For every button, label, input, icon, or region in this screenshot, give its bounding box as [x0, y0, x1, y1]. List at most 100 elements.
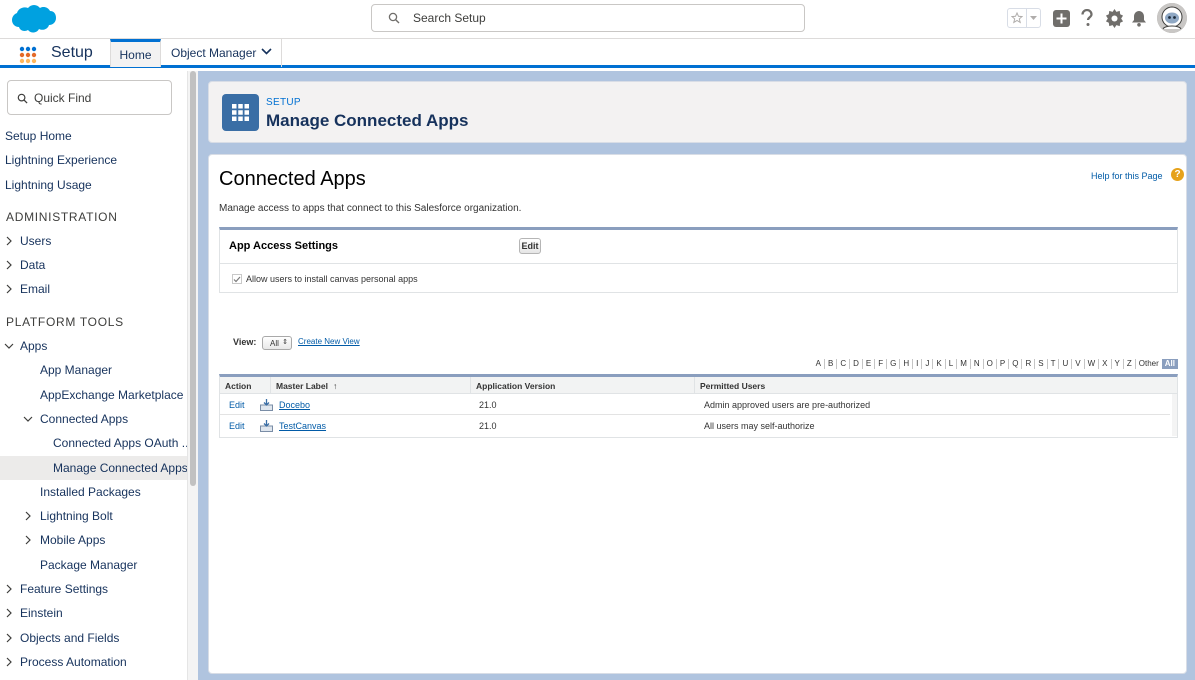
alpha-filter-r[interactable]: R — [1021, 359, 1034, 369]
alpha-filter-u[interactable]: U — [1058, 359, 1071, 369]
tree-item-lightning-experience[interactable]: Lightning Experience — [0, 148, 187, 172]
create-new-view-link[interactable]: Create New View — [298, 337, 360, 346]
favorites-group[interactable] — [1007, 8, 1041, 28]
alpha-filter-o[interactable]: O — [982, 359, 996, 369]
notifications-bell-icon[interactable] — [1130, 6, 1147, 30]
alpha-filter-n[interactable]: N — [969, 359, 983, 369]
tree-item-lightning-usage[interactable]: Lightning Usage — [0, 173, 187, 197]
chevron-right-icon[interactable] — [4, 284, 14, 294]
chevron-down-icon[interactable] — [23, 414, 33, 424]
tree-item-connected-apps-oauth[interactable]: Connected Apps OAuth ... — [0, 431, 192, 455]
chevron-right-icon[interactable] — [4, 657, 14, 667]
search-setup-input[interactable] — [413, 9, 793, 27]
chevron-right-icon[interactable] — [23, 535, 33, 545]
alpha-filter-p[interactable]: P — [995, 359, 1008, 369]
help-icon[interactable]: ? — [1171, 168, 1184, 181]
help-for-page-link[interactable]: Help for this Page — [1091, 171, 1163, 181]
tree-item-mobile-apps[interactable]: Mobile Apps — [0, 528, 187, 552]
alpha-filter-q[interactable]: Q — [1008, 359, 1021, 369]
canvas-personal-apps-checkbox — [232, 274, 242, 284]
tree-item-apps[interactable]: Apps — [0, 334, 187, 358]
view-select[interactable]: All ⇕ — [262, 336, 292, 350]
tree-item-installed-packages[interactable]: Installed Packages — [0, 480, 187, 504]
tree-item-lightning-bolt[interactable]: Lightning Bolt — [0, 504, 187, 528]
column-header-application-version[interactable]: Application Version — [470, 377, 694, 394]
column-header-master-label[interactable]: Master Label ↑ — [270, 377, 470, 394]
alpha-filter-j[interactable]: J — [921, 359, 932, 369]
quick-find-input[interactable] — [34, 90, 164, 106]
alpha-filter-h[interactable]: H — [899, 359, 912, 369]
tree-item-objects-and-fields[interactable]: Objects and Fields — [0, 626, 187, 650]
tree-item-app-manager[interactable]: App Manager — [0, 358, 187, 382]
row-edit-link[interactable]: Edit — [229, 400, 245, 410]
tree-item-connected-apps[interactable]: Connected Apps — [0, 407, 187, 431]
alpha-filter-t[interactable]: T — [1046, 359, 1059, 369]
chevron-right-icon[interactable] — [23, 511, 33, 521]
tree-item-email[interactable]: Email — [0, 277, 187, 301]
app-access-edit-button[interactable]: Edit — [519, 238, 541, 254]
alpha-filter-k[interactable]: K — [932, 359, 944, 369]
alpha-filter-i[interactable]: I — [912, 359, 921, 369]
app-link-docebo[interactable]: Docebo — [279, 400, 310, 410]
alpha-filter-d[interactable]: D — [849, 359, 862, 369]
tree-item-package-manager[interactable]: Package Manager — [0, 553, 187, 577]
column-header-permitted-users[interactable]: Permitted Users — [694, 377, 1177, 394]
salesforce-logo-icon[interactable] — [8, 4, 56, 36]
alpha-filter-e[interactable]: E — [861, 359, 874, 369]
favorites-star-icon[interactable] — [1008, 9, 1028, 27]
alpha-filter-b[interactable]: B — [824, 359, 836, 369]
chevron-right-icon[interactable] — [4, 633, 14, 643]
alpha-filter-x[interactable]: X — [1098, 359, 1110, 369]
alpha-filter-g[interactable]: G — [886, 359, 899, 369]
canvas-personal-apps-label: Allow users to install canvas personal a… — [246, 274, 418, 284]
chevron-right-icon[interactable] — [4, 236, 14, 246]
alpha-filter-l[interactable]: L — [944, 359, 956, 369]
chevron-down-icon[interactable] — [261, 48, 272, 55]
alpha-filter-all[interactable]: All — [1161, 359, 1178, 369]
favorites-dropdown-icon[interactable] — [1027, 9, 1040, 27]
alpha-filter-f[interactable]: F — [874, 359, 886, 369]
search-setup-box[interactable] — [371, 4, 805, 32]
alpha-filter-c[interactable]: C — [836, 359, 849, 369]
context-bar: Setup Home Object Manager — [0, 39, 1195, 68]
tree-item-setup-home[interactable]: Setup Home — [0, 124, 187, 148]
tree-item-label: Users — [20, 234, 52, 248]
page-header: SETUP Manage Connected Apps — [208, 81, 1187, 143]
table-row: Edit TestCanvas 21.0 All users may self-… — [220, 416, 1170, 436]
chevron-right-icon[interactable] — [4, 608, 14, 618]
tree-item-label: Connected Apps OAuth ... — [53, 436, 192, 450]
tree-item-manage-connected-apps[interactable]: Manage Connected Apps — [0, 456, 188, 480]
tree-item-einstein[interactable]: Einstein — [0, 601, 187, 625]
table-scrollbar[interactable] — [1172, 394, 1177, 436]
app-launcher-icon[interactable] — [18, 45, 38, 65]
row-edit-link[interactable]: Edit — [229, 421, 245, 431]
alpha-filter-other[interactable]: Other — [1134, 359, 1162, 369]
user-avatar[interactable] — [1157, 3, 1187, 33]
global-create-icon[interactable] — [1052, 6, 1070, 30]
sidebar-scrollbar-thumb[interactable] — [190, 71, 196, 486]
alpha-filter-z[interactable]: Z — [1122, 359, 1135, 369]
chevron-down-icon[interactable] — [4, 341, 14, 351]
help-question-icon[interactable] — [1079, 6, 1095, 30]
alpha-filter-s[interactable]: S — [1034, 359, 1046, 369]
chevron-right-icon[interactable] — [4, 584, 14, 594]
tree-item-process-automation[interactable]: Process Automation — [0, 650, 187, 674]
alpha-filter-v[interactable]: V — [1071, 359, 1083, 369]
chevron-right-icon[interactable] — [4, 260, 14, 270]
tab-object-manager[interactable]: Object Manager — [161, 39, 282, 67]
sort-ascending-icon[interactable]: ↑ — [333, 381, 337, 391]
app-link-testcanvas[interactable]: TestCanvas — [279, 421, 326, 431]
tree-item-appexchange-marketplace[interactable]: AppExchange Marketplace — [0, 383, 187, 407]
sidebar-scrollbar[interactable] — [187, 71, 198, 680]
alpha-filter-m[interactable]: M — [956, 359, 970, 369]
alpha-filter-w[interactable]: W — [1083, 359, 1099, 369]
tree-item-data[interactable]: Data — [0, 253, 187, 277]
breadcrumb[interactable]: SETUP — [266, 97, 301, 108]
tab-home[interactable]: Home — [110, 39, 161, 67]
tree-item-feature-settings[interactable]: Feature Settings — [0, 577, 187, 601]
alpha-filter-y[interactable]: Y — [1110, 359, 1123, 369]
tree-item-users[interactable]: Users — [0, 229, 187, 253]
alpha-filter-a[interactable]: A — [813, 359, 824, 369]
quick-find-box[interactable] — [7, 80, 172, 115]
setup-gear-icon[interactable] — [1104, 6, 1124, 30]
